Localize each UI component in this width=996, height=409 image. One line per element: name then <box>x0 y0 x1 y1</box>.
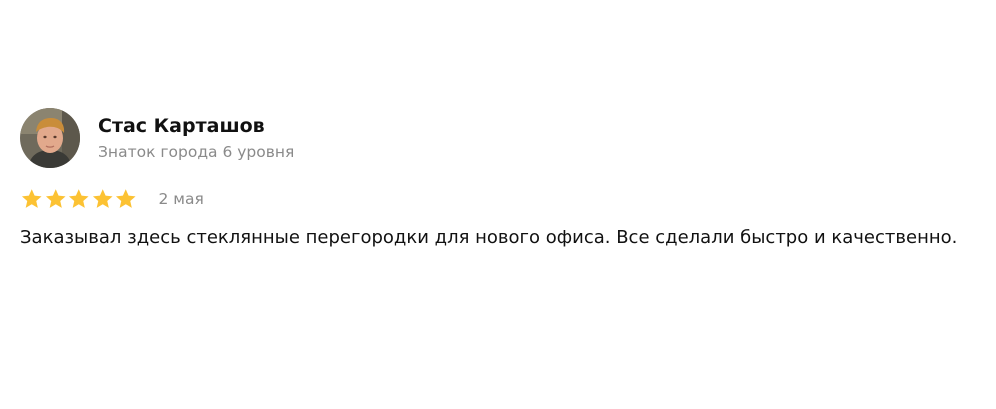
review-header: Стас Карташов Знаток города 6 уровня <box>20 108 970 168</box>
rating-stars <box>20 188 138 210</box>
star-icon <box>68 189 89 208</box>
author-info: Стас Карташов Знаток города 6 уровня <box>98 114 294 163</box>
review-meta: 2 мая <box>20 188 970 210</box>
star-icon <box>45 189 66 208</box>
star-icon <box>115 189 136 208</box>
author-level: Знаток города 6 уровня <box>98 142 295 161</box>
avatar-photo-icon <box>20 108 80 168</box>
author-name[interactable]: Стас Карташов <box>98 114 294 138</box>
review-text: Заказывал здесь стеклянные перегородки д… <box>20 227 958 248</box>
avatar[interactable] <box>20 108 80 168</box>
review-card: Стас Карташов Знаток города 6 уровня 2 м… <box>20 108 970 252</box>
star-icon <box>92 189 113 208</box>
star-icon <box>21 189 42 208</box>
review-date: 2 мая <box>158 190 204 208</box>
